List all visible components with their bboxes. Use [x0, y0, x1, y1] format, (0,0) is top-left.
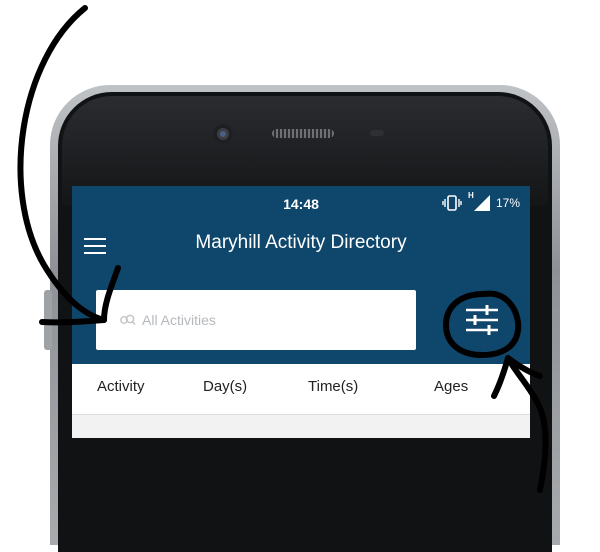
columns-header: Activity Day(s) Time(s) Ages [72, 364, 530, 415]
phone-screen: 14:48 H 17% Maryhill Activity Directory … [72, 186, 530, 438]
column-header-activity[interactable]: Activity [97, 364, 145, 414]
proximity-sensor [370, 130, 384, 136]
screenshot-stage: 14:48 H 17% Maryhill Activity Directory … [0, 0, 600, 552]
earpiece-speaker [272, 129, 334, 138]
phone-side-button [44, 290, 52, 350]
signal-indicator: H [468, 191, 490, 211]
vibrate-icon [442, 195, 462, 211]
battery-percent: 17% [495, 196, 520, 210]
column-header-days[interactable]: Day(s) [203, 364, 247, 414]
filter-sliders-icon [466, 305, 498, 335]
column-header-times[interactable]: Time(s) [308, 364, 358, 414]
filter-button[interactable] [458, 298, 506, 342]
network-type-label: H [467, 191, 474, 200]
search-icon [120, 314, 136, 326]
front-camera [213, 124, 233, 144]
app-bar: 14:48 H 17% Maryhill Activity Directory … [72, 186, 530, 364]
column-header-ages[interactable]: Ages [434, 364, 468, 414]
search-box[interactable] [96, 290, 416, 350]
status-icons: H 17% [442, 191, 520, 212]
search-input[interactable] [142, 305, 402, 335]
app-title: Maryhill Activity Directory [195, 232, 407, 253]
